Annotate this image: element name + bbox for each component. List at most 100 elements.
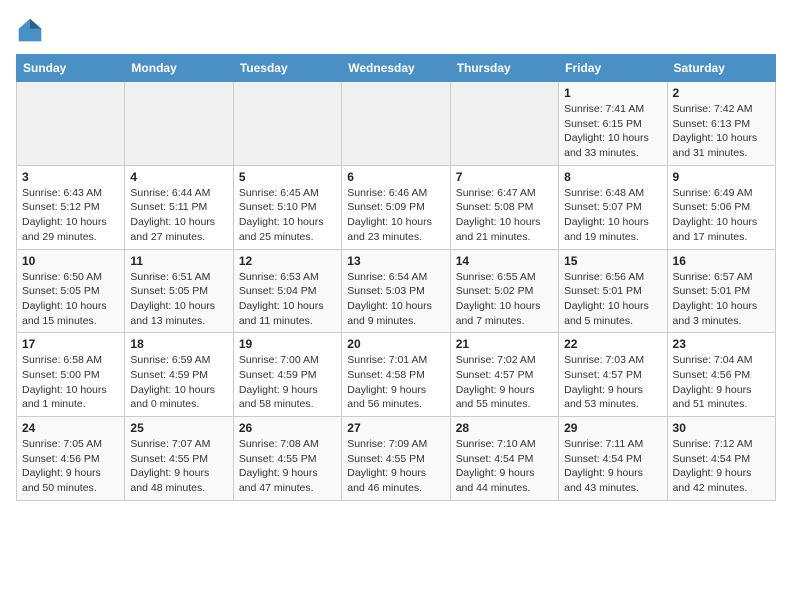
calendar-cell bbox=[233, 82, 341, 166]
day-number: 20 bbox=[347, 337, 444, 351]
calendar-cell: 5 Sunrise: 6:45 AM Sunset: 5:10 PM Daylig… bbox=[233, 165, 341, 249]
day-info: Sunrise: 6:54 AM Sunset: 5:03 PM Dayligh… bbox=[347, 270, 444, 329]
day-info: Sunrise: 7:07 AM Sunset: 4:55 PM Dayligh… bbox=[130, 437, 227, 496]
col-header-wednesday: Wednesday bbox=[342, 55, 450, 82]
logo-icon bbox=[16, 16, 44, 44]
calendar-cell: 23 Sunrise: 7:04 AM Sunset: 4:56 PM Dayli… bbox=[667, 333, 775, 417]
calendar-cell bbox=[17, 82, 125, 166]
day-info: Sunrise: 7:02 AM Sunset: 4:57 PM Dayligh… bbox=[456, 353, 553, 412]
calendar-cell: 14 Sunrise: 6:55 AM Sunset: 5:02 PM Dayli… bbox=[450, 249, 558, 333]
day-info: Sunrise: 7:04 AM Sunset: 4:56 PM Dayligh… bbox=[673, 353, 770, 412]
calendar-cell: 19Sunrise: 7:00 AM Sunset: 4:59 PM Dayli… bbox=[233, 333, 341, 417]
day-number: 11 bbox=[130, 254, 227, 268]
day-info: Sunrise: 6:55 AM Sunset: 5:02 PM Dayligh… bbox=[456, 270, 553, 329]
day-number: 1 bbox=[564, 86, 661, 100]
calendar-cell: 15 Sunrise: 6:56 AM Sunset: 5:01 PM Dayli… bbox=[559, 249, 667, 333]
day-info: Sunrise: 7:42 AM Sunset: 6:13 PM Dayligh… bbox=[673, 102, 770, 161]
day-number: 21 bbox=[456, 337, 553, 351]
day-number: 8 bbox=[564, 170, 661, 184]
day-info: Sunrise: 7:12 AM Sunset: 4:54 PM Dayligh… bbox=[673, 437, 770, 496]
day-info: Sunrise: 6:57 AM Sunset: 5:01 PM Dayligh… bbox=[673, 270, 770, 329]
calendar-cell: 20 Sunrise: 7:01 AM Sunset: 4:58 PM Dayli… bbox=[342, 333, 450, 417]
calendar-cell: 7 Sunrise: 6:47 AM Sunset: 5:08 PM Daylig… bbox=[450, 165, 558, 249]
day-number: 28 bbox=[456, 421, 553, 435]
calendar-cell: 9Sunrise: 6:49 AM Sunset: 5:06 PM Daylig… bbox=[667, 165, 775, 249]
day-info: Sunrise: 6:51 AM Sunset: 5:05 PM Dayligh… bbox=[130, 270, 227, 329]
calendar-cell: 12 Sunrise: 6:53 AM Sunset: 5:04 PM Dayli… bbox=[233, 249, 341, 333]
day-info: Sunrise: 7:08 AM Sunset: 4:55 PM Dayligh… bbox=[239, 437, 336, 496]
day-number: 23 bbox=[673, 337, 770, 351]
calendar-cell: 25 Sunrise: 7:07 AM Sunset: 4:55 PM Dayli… bbox=[125, 417, 233, 501]
col-header-friday: Friday bbox=[559, 55, 667, 82]
col-header-monday: Monday bbox=[125, 55, 233, 82]
day-info: Sunrise: 7:00 AM Sunset: 4:59 PM Dayligh… bbox=[239, 353, 336, 412]
day-info: Sunrise: 6:58 AM Sunset: 5:00 PM Dayligh… bbox=[22, 353, 119, 412]
calendar-cell: 6 Sunrise: 6:46 AM Sunset: 5:09 PM Daylig… bbox=[342, 165, 450, 249]
calendar-cell: 3 Sunrise: 6:43 AM Sunset: 5:12 PM Daylig… bbox=[17, 165, 125, 249]
col-header-sunday: Sunday bbox=[17, 55, 125, 82]
col-header-tuesday: Tuesday bbox=[233, 55, 341, 82]
day-number: 25 bbox=[130, 421, 227, 435]
calendar-week-5: 24 Sunrise: 7:05 AM Sunset: 4:56 PM Dayli… bbox=[17, 417, 776, 501]
day-info: Sunrise: 7:09 AM Sunset: 4:55 PM Dayligh… bbox=[347, 437, 444, 496]
calendar-cell: 17 Sunrise: 6:58 AM Sunset: 5:00 PM Dayli… bbox=[17, 333, 125, 417]
day-info: Sunrise: 6:50 AM Sunset: 5:05 PM Dayligh… bbox=[22, 270, 119, 329]
calendar-cell: 11 Sunrise: 6:51 AM Sunset: 5:05 PM Dayli… bbox=[125, 249, 233, 333]
day-number: 15 bbox=[564, 254, 661, 268]
day-info: Sunrise: 6:44 AM Sunset: 5:11 PM Dayligh… bbox=[130, 186, 227, 245]
day-info: Sunrise: 7:05 AM Sunset: 4:56 PM Dayligh… bbox=[22, 437, 119, 496]
calendar-week-1: 1 Sunrise: 7:41 AM Sunset: 6:15 PM Daylig… bbox=[17, 82, 776, 166]
day-info: Sunrise: 6:47 AM Sunset: 5:08 PM Dayligh… bbox=[456, 186, 553, 245]
day-info: Sunrise: 7:10 AM Sunset: 4:54 PM Dayligh… bbox=[456, 437, 553, 496]
day-number: 14 bbox=[456, 254, 553, 268]
calendar-cell: 4 Sunrise: 6:44 AM Sunset: 5:11 PM Daylig… bbox=[125, 165, 233, 249]
calendar-cell: 10 Sunrise: 6:50 AM Sunset: 5:05 PM Dayli… bbox=[17, 249, 125, 333]
day-info: Sunrise: 6:59 AM Sunset: 4:59 PM Dayligh… bbox=[130, 353, 227, 412]
calendar-cell bbox=[125, 82, 233, 166]
page-header bbox=[16, 16, 776, 44]
day-number: 18 bbox=[130, 337, 227, 351]
day-number: 30 bbox=[673, 421, 770, 435]
day-number: 5 bbox=[239, 170, 336, 184]
calendar-cell: 22Sunrise: 7:03 AM Sunset: 4:57 PM Dayli… bbox=[559, 333, 667, 417]
day-number: 26 bbox=[239, 421, 336, 435]
day-number: 17 bbox=[22, 337, 119, 351]
day-number: 13 bbox=[347, 254, 444, 268]
calendar-cell: 1 Sunrise: 7:41 AM Sunset: 6:15 PM Daylig… bbox=[559, 82, 667, 166]
day-info: Sunrise: 6:48 AM Sunset: 5:07 PM Dayligh… bbox=[564, 186, 661, 245]
day-info: Sunrise: 7:11 AM Sunset: 4:54 PM Dayligh… bbox=[564, 437, 661, 496]
calendar-cell: 30 Sunrise: 7:12 AM Sunset: 4:54 PM Dayli… bbox=[667, 417, 775, 501]
day-info: Sunrise: 6:53 AM Sunset: 5:04 PM Dayligh… bbox=[239, 270, 336, 329]
day-number: 29 bbox=[564, 421, 661, 435]
day-number: 10 bbox=[22, 254, 119, 268]
day-info: Sunrise: 6:46 AM Sunset: 5:09 PM Dayligh… bbox=[347, 186, 444, 245]
calendar-cell: 16 Sunrise: 6:57 AM Sunset: 5:01 PM Dayli… bbox=[667, 249, 775, 333]
calendar-header-row: SundayMondayTuesdayWednesdayThursdayFrid… bbox=[17, 55, 776, 82]
logo bbox=[16, 16, 48, 44]
calendar-cell: 8 Sunrise: 6:48 AM Sunset: 5:07 PM Daylig… bbox=[559, 165, 667, 249]
day-number: 24 bbox=[22, 421, 119, 435]
day-info: Sunrise: 6:43 AM Sunset: 5:12 PM Dayligh… bbox=[22, 186, 119, 245]
calendar-cell: 13 Sunrise: 6:54 AM Sunset: 5:03 PM Dayli… bbox=[342, 249, 450, 333]
calendar-cell: 27Sunrise: 7:09 AM Sunset: 4:55 PM Dayli… bbox=[342, 417, 450, 501]
day-number: 22 bbox=[564, 337, 661, 351]
day-number: 3 bbox=[22, 170, 119, 184]
calendar-cell: 24 Sunrise: 7:05 AM Sunset: 4:56 PM Dayli… bbox=[17, 417, 125, 501]
calendar-cell: 21 Sunrise: 7:02 AM Sunset: 4:57 PM Dayli… bbox=[450, 333, 558, 417]
calendar-cell: 2Sunrise: 7:42 AM Sunset: 6:13 PM Daylig… bbox=[667, 82, 775, 166]
calendar-cell: 28 Sunrise: 7:10 AM Sunset: 4:54 PM Dayli… bbox=[450, 417, 558, 501]
day-info: Sunrise: 6:56 AM Sunset: 5:01 PM Dayligh… bbox=[564, 270, 661, 329]
day-info: Sunrise: 7:41 AM Sunset: 6:15 PM Dayligh… bbox=[564, 102, 661, 161]
calendar-table: SundayMondayTuesdayWednesdayThursdayFrid… bbox=[16, 54, 776, 501]
calendar-week-3: 10 Sunrise: 6:50 AM Sunset: 5:05 PM Dayli… bbox=[17, 249, 776, 333]
day-number: 12 bbox=[239, 254, 336, 268]
calendar-cell bbox=[342, 82, 450, 166]
calendar-week-2: 3 Sunrise: 6:43 AM Sunset: 5:12 PM Daylig… bbox=[17, 165, 776, 249]
day-number: 7 bbox=[456, 170, 553, 184]
day-number: 4 bbox=[130, 170, 227, 184]
day-number: 16 bbox=[673, 254, 770, 268]
day-info: Sunrise: 6:45 AM Sunset: 5:10 PM Dayligh… bbox=[239, 186, 336, 245]
day-info: Sunrise: 6:49 AM Sunset: 5:06 PM Dayligh… bbox=[673, 186, 770, 245]
day-info: Sunrise: 7:01 AM Sunset: 4:58 PM Dayligh… bbox=[347, 353, 444, 412]
day-number: 6 bbox=[347, 170, 444, 184]
